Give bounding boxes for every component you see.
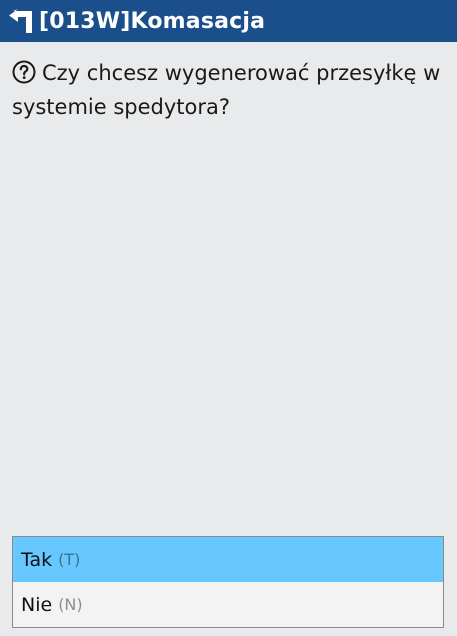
question-circle-icon (12, 60, 36, 84)
option-yes[interactable]: Tak (T) (13, 537, 443, 582)
option-no[interactable]: Nie (N) (13, 582, 443, 627)
dialog-message: Czy chcesz wygenerować przesyłkę w syste… (12, 56, 442, 124)
page-title: [013W]Komasacja (39, 8, 266, 34)
options-list: Tak (T) Nie (N) (12, 536, 444, 628)
option-no-shortcut: (N) (58, 595, 83, 614)
dialog-message-text: Czy chcesz wygenerować przesyłkę w syste… (12, 61, 441, 119)
back-button[interactable] (3, 0, 39, 42)
option-yes-label: Tak (21, 548, 53, 571)
option-yes-shortcut: (T) (58, 550, 81, 569)
return-arrow-icon (9, 9, 32, 33)
title-bar: [013W]Komasacja (0, 0, 457, 42)
option-no-label: Nie (21, 593, 53, 616)
